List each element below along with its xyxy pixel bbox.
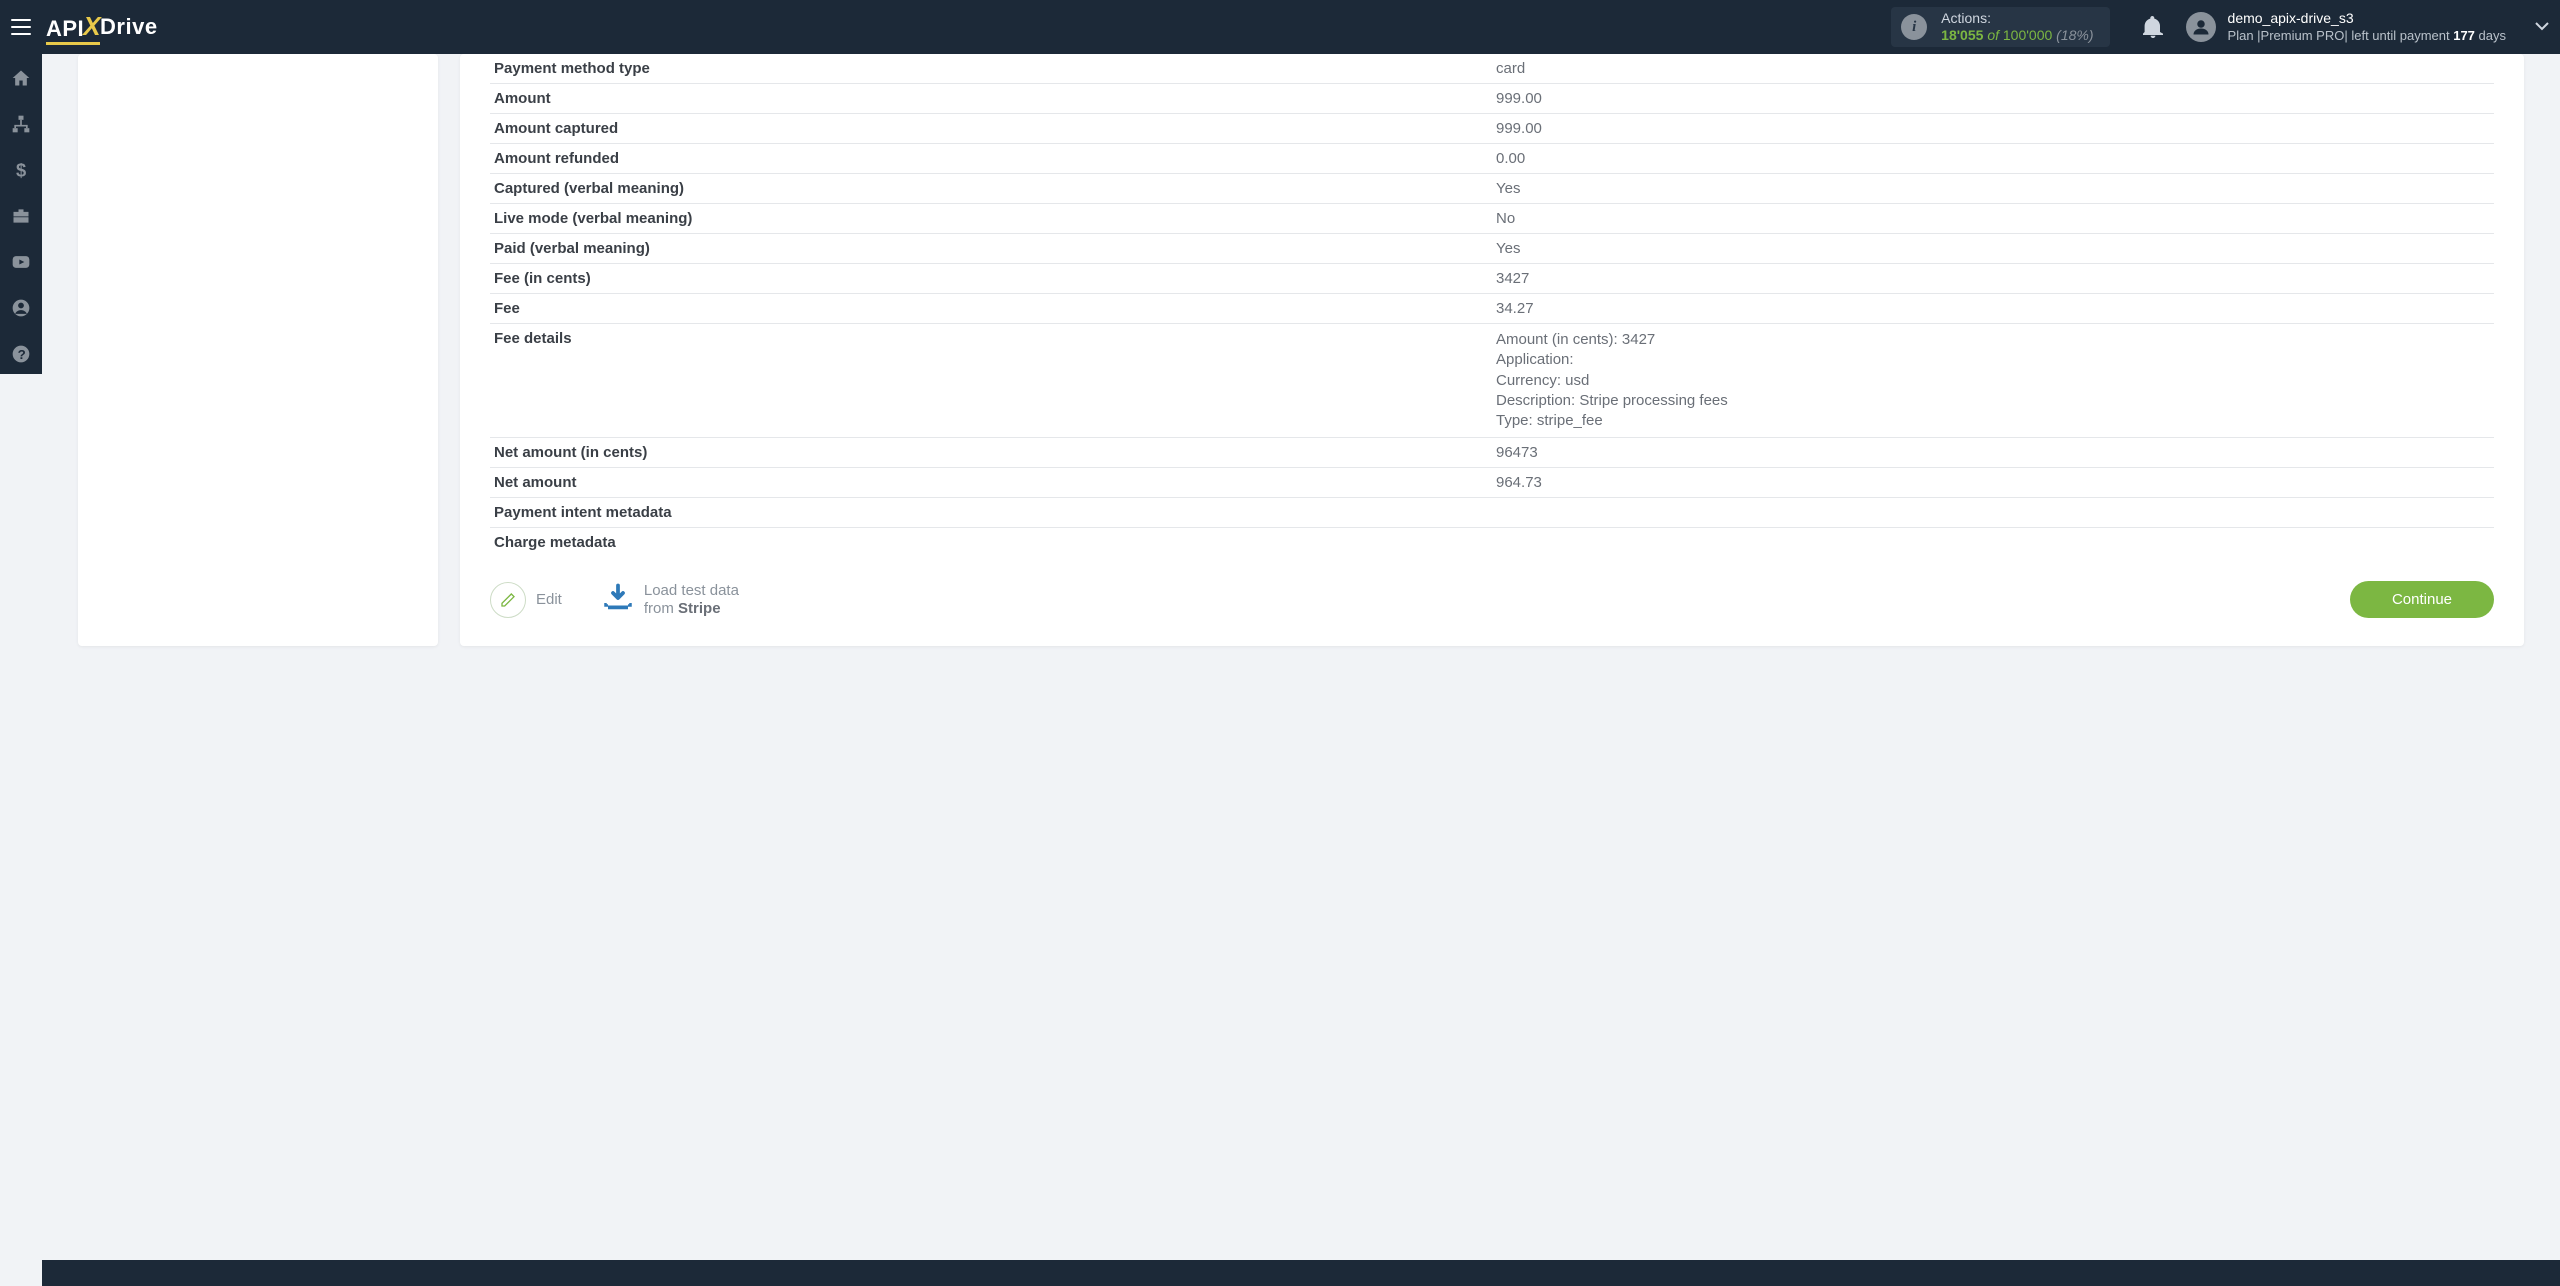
row-label: Net amount (in cents) [490, 438, 1492, 468]
main-panel: Payment method typecardAmount999.00Amoun… [460, 54, 2524, 646]
row-label: Fee [490, 294, 1492, 324]
table-row: Net amount964.73 [490, 468, 2494, 498]
row-label: Amount captured [490, 114, 1492, 144]
info-icon: i [1901, 14, 1927, 40]
bell-icon [2143, 16, 2163, 38]
svg-text:?: ? [18, 347, 26, 362]
load-line2: from Stripe [644, 600, 739, 618]
avatar [2186, 12, 2216, 42]
sidebar-connections[interactable] [9, 112, 33, 136]
notifications-button[interactable] [2128, 0, 2178, 54]
user-icon [2192, 18, 2210, 36]
row-label: Fee details [490, 324, 1492, 438]
row-value: 999.00 [1492, 114, 2494, 144]
table-row: Amount captured999.00 [490, 114, 2494, 144]
left-panel [78, 54, 438, 646]
row-label: Amount [490, 84, 1492, 114]
load-line1: Load test data [644, 582, 739, 600]
plan-line: Plan |Premium PRO| left until payment 17… [2228, 28, 2506, 45]
footer-bar [42, 1260, 2560, 1286]
table-row: Payment intent metadata [490, 498, 2494, 528]
user-menu[interactable]: demo_apix-drive_s3 Plan |Premium PRO| le… [2178, 0, 2524, 54]
download-icon [602, 583, 634, 617]
edit-button[interactable]: Edit [490, 582, 562, 618]
table-row: Fee detailsAmount (in cents): 3427 Appli… [490, 324, 2494, 438]
table-row: Amount999.00 [490, 84, 2494, 114]
pencil-icon [490, 582, 526, 618]
table-row: Paid (verbal meaning)Yes [490, 234, 2494, 264]
row-value: 96473 [1492, 438, 2494, 468]
row-label: Fee (in cents) [490, 264, 1492, 294]
menu-toggle[interactable] [0, 19, 42, 35]
actions-count: 18'055 [1941, 27, 1983, 43]
table-row: Live mode (verbal meaning)No [490, 204, 2494, 234]
table-row: Net amount (in cents)96473 [490, 438, 2494, 468]
sidebar-account[interactable] [9, 296, 33, 320]
row-value [1492, 498, 2494, 528]
row-value: 964.73 [1492, 468, 2494, 498]
sidebar: $ ? [0, 54, 42, 374]
row-value: No [1492, 204, 2494, 234]
row-label: Live mode (verbal meaning) [490, 204, 1492, 234]
table-row: Fee34.27 [490, 294, 2494, 324]
table-row: Charge metadata [490, 528, 2494, 558]
table-row: Payment method typecard [490, 54, 2494, 84]
dollar-icon: $ [11, 160, 31, 180]
sidebar-help[interactable]: ? [9, 342, 33, 366]
actions-of: of [1987, 27, 1999, 43]
details-table: Payment method typecardAmount999.00Amoun… [490, 54, 2494, 557]
row-label: Payment intent metadata [490, 498, 1492, 528]
table-row: Fee (in cents)3427 [490, 264, 2494, 294]
row-value: 34.27 [1492, 294, 2494, 324]
user-circle-icon [11, 298, 31, 318]
row-label: Amount refunded [490, 144, 1492, 174]
row-label: Paid (verbal meaning) [490, 234, 1492, 264]
row-value: Yes [1492, 234, 2494, 264]
actions-label: Actions: [1941, 10, 2093, 28]
table-row: Amount refunded0.00 [490, 144, 2494, 174]
sidebar-home[interactable] [9, 66, 33, 90]
actions-total: 100'000 [2003, 27, 2052, 43]
row-label: Payment method type [490, 54, 1492, 84]
sidebar-billing[interactable]: $ [9, 158, 33, 182]
sidebar-briefcase[interactable] [9, 204, 33, 228]
continue-button[interactable]: Continue [2350, 581, 2494, 618]
row-value: Amount (in cents): 3427 Application: Cur… [1492, 324, 2494, 438]
row-value: 0.00 [1492, 144, 2494, 174]
username: demo_apix-drive_s3 [2228, 9, 2506, 27]
hamburger-icon [11, 19, 31, 35]
table-row: Captured (verbal meaning)Yes [490, 174, 2494, 204]
row-value: Yes [1492, 174, 2494, 204]
user-dropdown-toggle[interactable] [2524, 0, 2560, 54]
youtube-icon [11, 252, 31, 272]
actions-percent: (18%) [2056, 27, 2093, 43]
svg-text:$: $ [16, 160, 26, 180]
chevron-down-icon [2535, 22, 2549, 32]
home-icon [11, 68, 31, 88]
row-label: Charge metadata [490, 528, 1492, 558]
briefcase-icon [11, 206, 31, 226]
app-header: APIXDrive i Actions: 18'055 of 100'000 (… [0, 0, 2560, 54]
logo[interactable]: APIXDrive [46, 12, 158, 43]
row-value: 999.00 [1492, 84, 2494, 114]
sidebar-videos[interactable] [9, 250, 33, 274]
row-value: 3427 [1492, 264, 2494, 294]
row-label: Captured (verbal meaning) [490, 174, 1492, 204]
edit-label: Edit [536, 591, 562, 608]
row-value: card [1492, 54, 2494, 84]
load-test-data-button[interactable]: Load test data from Stripe [602, 582, 739, 618]
sitemap-icon [11, 114, 31, 134]
question-icon: ? [11, 344, 31, 364]
row-label: Net amount [490, 468, 1492, 498]
actions-counter[interactable]: i Actions: 18'055 of 100'000 (18%) [1891, 7, 2109, 47]
row-value [1492, 528, 2494, 558]
